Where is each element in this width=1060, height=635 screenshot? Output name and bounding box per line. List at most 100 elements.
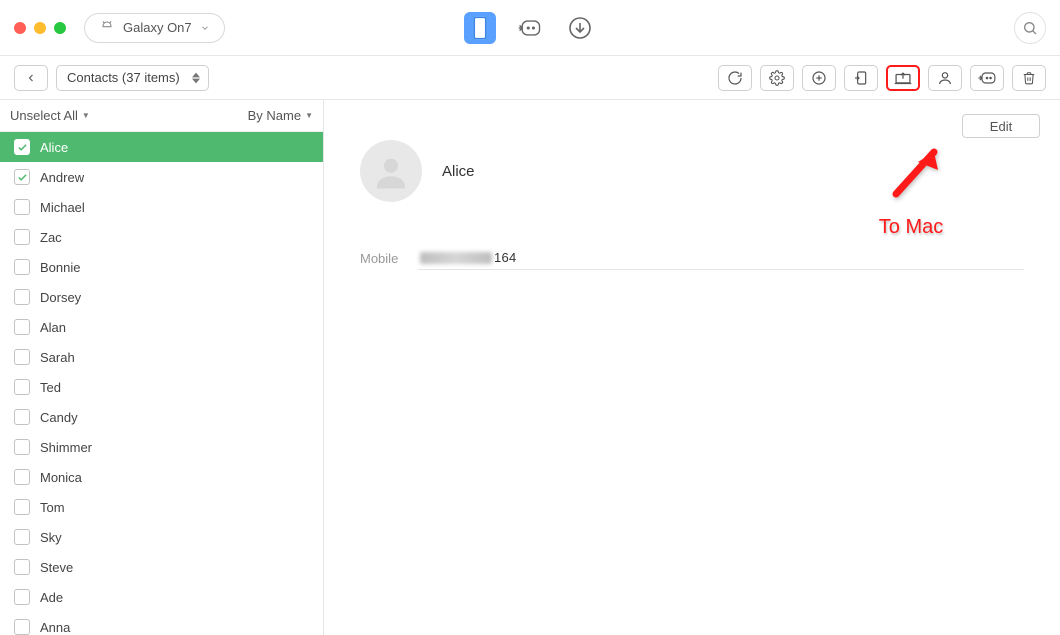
contact-row[interactable]: Ade [0, 582, 323, 612]
check-icon [17, 142, 28, 153]
phone-value: 164 [418, 246, 1024, 270]
phone-suffix: 164 [494, 250, 517, 265]
contact-checkbox[interactable] [14, 139, 30, 155]
to-mac-button[interactable] [886, 65, 920, 91]
contact-name-label: Alan [40, 320, 66, 335]
contact-checkbox[interactable] [14, 379, 30, 395]
contact-name-label: Candy [40, 410, 78, 425]
contact-row[interactable]: Anna [0, 612, 323, 635]
contacts-sidebar: Unselect All ▼ By Name ▼ Alice Andrew Mich… [0, 100, 324, 635]
category-selector[interactable]: Contacts (37 items) [56, 65, 209, 91]
refresh-icon [727, 70, 743, 86]
refresh-button[interactable] [718, 65, 752, 91]
contact-row[interactable]: Sarah [0, 342, 323, 372]
android-icon [99, 20, 115, 36]
contact-name-label: Ade [40, 590, 63, 605]
plus-circle-icon [811, 70, 827, 86]
check-icon [17, 172, 28, 183]
contact-row[interactable]: Sky [0, 522, 323, 552]
sort-toggle[interactable]: By Name ▼ [248, 108, 313, 123]
contact-name-label: Michael [40, 200, 85, 215]
list-header: Unselect All ▼ By Name ▼ [0, 100, 323, 132]
device-name: Galaxy On7 [123, 20, 192, 35]
contact-list[interactable]: Alice Andrew Michael Zac Bonnie Dorsey Alan Sar… [0, 132, 323, 635]
select-toggle[interactable]: Unselect All ▼ [10, 108, 90, 123]
window-controls [14, 22, 66, 34]
contact-checkbox[interactable] [14, 559, 30, 575]
android-transfer-icon [517, 17, 543, 39]
annotation-label: To Mac [879, 216, 943, 239]
contact-name-label: Anna [40, 620, 70, 635]
contact-row[interactable]: Michael [0, 192, 323, 222]
chevron-left-icon [25, 72, 37, 84]
contact-name-label: Tom [40, 500, 65, 515]
back-button[interactable] [14, 65, 48, 91]
contact-checkbox[interactable] [14, 589, 30, 605]
contact-checkbox[interactable] [14, 439, 30, 455]
contact-checkbox[interactable] [14, 619, 30, 635]
contact-checkbox[interactable] [14, 169, 30, 185]
contact-row[interactable]: Steve [0, 552, 323, 582]
contact-checkbox[interactable] [14, 229, 30, 245]
contact-name-label: Sky [40, 530, 62, 545]
contact-name-label: Alice [40, 140, 68, 155]
contact-row[interactable]: Monica [0, 462, 323, 492]
to-android-button[interactable] [970, 65, 1004, 91]
contact-row[interactable]: Bonnie [0, 252, 323, 282]
contact-row[interactable]: Andrew [0, 162, 323, 192]
contact-row[interactable]: Alice [0, 132, 323, 162]
import-contacts-button[interactable] [928, 65, 962, 91]
contact-name-label: Monica [40, 470, 82, 485]
edit-button[interactable]: Edit [962, 114, 1040, 138]
maximize-window-button[interactable] [54, 22, 66, 34]
minimize-window-button[interactable] [34, 22, 46, 34]
sort-arrows-icon [192, 72, 200, 84]
contact-name-label: Shimmer [40, 440, 92, 455]
mode-switch [464, 12, 596, 44]
contact-checkbox[interactable] [14, 319, 30, 335]
android-transfer-button[interactable] [514, 12, 546, 44]
phone-mode-button[interactable] [464, 12, 496, 44]
chevron-down-icon [200, 23, 210, 33]
contact-row[interactable]: Dorsey [0, 282, 323, 312]
search-button[interactable] [1014, 12, 1046, 44]
person-icon [937, 70, 953, 86]
export-to-computer-icon [894, 70, 912, 86]
contact-checkbox[interactable] [14, 259, 30, 275]
contact-checkbox[interactable] [14, 289, 30, 305]
titlebar: Galaxy On7 [0, 0, 1060, 56]
redacted-number [420, 252, 492, 264]
contact-checkbox[interactable] [14, 199, 30, 215]
contact-row[interactable]: Tom [0, 492, 323, 522]
trash-icon [1022, 70, 1036, 86]
to-device-button[interactable] [844, 65, 878, 91]
contact-checkbox[interactable] [14, 529, 30, 545]
select-toggle-label: Unselect All [10, 108, 78, 123]
contact-row[interactable]: Candy [0, 402, 323, 432]
phone-label: Mobile [360, 251, 404, 266]
contact-header: Alice [360, 140, 1024, 202]
close-window-button[interactable] [14, 22, 26, 34]
contact-checkbox[interactable] [14, 499, 30, 515]
phone-icon [470, 15, 490, 41]
toolbar: Contacts (37 items) [0, 56, 1060, 100]
contact-row[interactable]: Shimmer [0, 432, 323, 462]
device-selector[interactable]: Galaxy On7 [84, 13, 225, 43]
settings-button[interactable] [760, 65, 794, 91]
contact-checkbox[interactable] [14, 469, 30, 485]
download-icon [568, 16, 592, 40]
contact-row[interactable]: Alan [0, 312, 323, 342]
contact-name-label: Ted [40, 380, 61, 395]
contact-row[interactable]: Ted [0, 372, 323, 402]
contact-name-label: Zac [40, 230, 62, 245]
contact-checkbox[interactable] [14, 349, 30, 365]
delete-button[interactable] [1012, 65, 1046, 91]
download-mode-button[interactable] [564, 12, 596, 44]
contact-checkbox[interactable] [14, 409, 30, 425]
contact-row[interactable]: Zac [0, 222, 323, 252]
contact-name: Alice [442, 163, 475, 180]
add-button[interactable] [802, 65, 836, 91]
contact-name-label: Bonnie [40, 260, 80, 275]
search-icon [1022, 20, 1038, 36]
contact-name-label: Dorsey [40, 290, 81, 305]
